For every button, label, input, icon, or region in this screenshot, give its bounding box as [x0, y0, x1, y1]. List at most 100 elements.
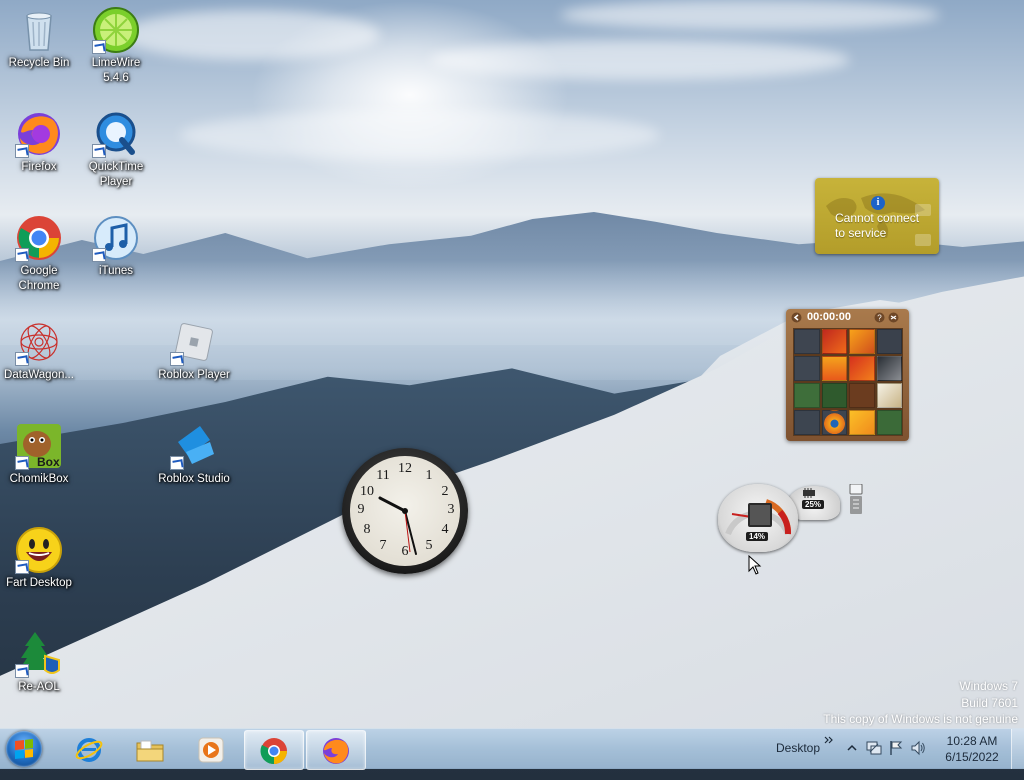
puzzle-timer: 00:00:00: [807, 311, 852, 323]
taskbar-internet-explorer[interactable]: [60, 730, 118, 768]
desktop-icon-google-chrome[interactable]: Google Chrome: [1, 214, 77, 294]
clock-date: 6/15/2022: [945, 750, 999, 764]
show-hidden-icons-icon[interactable]: [844, 740, 860, 756]
genuine-warning-text: This copy of Windows is not genuine: [823, 712, 1018, 726]
clock-face: 12 1 2 3 4 5 6 7 8 9 10 11: [350, 456, 460, 566]
desktop-icon-limewire[interactable]: LimeWire 5.4.6: [78, 6, 154, 86]
back-icon[interactable]: [791, 312, 802, 323]
clock-hands: [378, 496, 417, 555]
puzzle-tile[interactable]: [876, 410, 902, 435]
puzzle-tile[interactable]: [821, 329, 847, 354]
start-button[interactable]: [6, 731, 42, 767]
svg-text:Box: Box: [37, 455, 60, 469]
shortcut-arrow-icon: [15, 664, 29, 678]
icon-label: Recycle Bin: [8, 57, 70, 69]
desktop-icon-roblox-player[interactable]: Roblox Player: [156, 318, 232, 383]
roblox-studio-icon: [170, 422, 218, 470]
icon-label: Google Chrome: [18, 265, 60, 292]
puzzle-tile[interactable]: [876, 383, 902, 408]
shortcut-arrow-icon: [15, 144, 29, 158]
puzzle-tile[interactable]: [794, 383, 820, 408]
memory-percent: 25%: [802, 500, 825, 509]
clock-gadget[interactable]: 12 1 2 3 4 5 6 7 8 9 10 11: [342, 448, 468, 574]
shortcut-arrow-icon: [92, 248, 106, 262]
desktop-icon-chomikbox[interactable]: Box ChomikBox: [1, 422, 77, 487]
desktop-icon-fart-desktop[interactable]: Fart Desktop: [1, 526, 77, 591]
help-icon[interactable]: ?: [874, 312, 885, 323]
firefox-icon: [323, 738, 349, 764]
weather-status-message: Cannot connect to service: [835, 211, 920, 240]
desktop-icon-quicktime[interactable]: QuickTime Player: [78, 110, 154, 190]
action-center-flag-icon[interactable]: [888, 740, 904, 756]
taskbar-firefox[interactable]: [306, 730, 366, 770]
desktop-icon-datawagon[interactable]: DataWagon...: [1, 318, 77, 383]
puzzle-tile[interactable]: [794, 410, 820, 435]
puzzle-tile[interactable]: [849, 329, 875, 354]
desktop-icon-recycle-bin[interactable]: Recycle Bin: [1, 6, 77, 71]
puzzle-tile[interactable]: [794, 329, 820, 354]
desktop-icon-itunes[interactable]: iTunes: [78, 214, 154, 279]
cloud: [430, 40, 850, 80]
taskbar-windows-explorer[interactable]: [121, 730, 179, 768]
show-desktop-button[interactable]: [1011, 729, 1024, 769]
windows-version-text: Windows 7: [959, 679, 1018, 693]
icon-label: Roblox Studio: [158, 473, 230, 485]
taskbar-clock[interactable]: 10:28 AM 6/15/2022: [944, 733, 1000, 765]
icon-label: iTunes: [98, 265, 134, 277]
picture-puzzle-gadget[interactable]: 00:00:00 ?: [786, 309, 909, 441]
puzzle-tile[interactable]: [876, 356, 902, 381]
shortcut-arrow-icon: [15, 456, 29, 470]
cpu-dial: 14%: [718, 484, 798, 552]
icon-label: LimeWire 5.4.6: [91, 57, 141, 84]
recycle-bin-icon: [15, 6, 63, 54]
desktop-icon-roblox-studio[interactable]: Roblox Studio: [156, 422, 232, 487]
weather-gadget[interactable]: i Cannot connect to service: [815, 178, 939, 254]
media-player-icon: [198, 737, 224, 763]
puzzle-tile[interactable]: [849, 383, 875, 408]
gadget-controls-icon[interactable]: [913, 202, 933, 250]
roblox-player-icon: [170, 318, 218, 366]
icon-label: DataWagon...: [4, 369, 74, 381]
puzzle-tile[interactable]: [876, 329, 902, 354]
shuffle-icon[interactable]: [888, 312, 899, 323]
firefox-icon: [15, 110, 63, 158]
network-icon[interactable]: [866, 740, 882, 756]
icon-label: Fart Desktop: [6, 577, 72, 589]
internet-explorer-icon: [75, 738, 103, 762]
puzzle-tile[interactable]: [821, 383, 847, 408]
build-number-text: Build 7601: [961, 696, 1018, 710]
taskbar: Desktop 10:28 AM 6/15/2022: [0, 728, 1024, 770]
puzzle-toolbar: 00:00:00 ?: [786, 309, 909, 325]
desktop-icon-re-aol[interactable]: Re-AOL: [1, 630, 77, 695]
desktop-icon-firefox[interactable]: Firefox: [1, 110, 77, 175]
cpu-meter-gadget[interactable]: 25% 14%: [718, 484, 863, 554]
chomikbox-icon: Box: [15, 422, 63, 470]
shortcut-arrow-icon: [170, 456, 184, 470]
memory-chip-icon: [803, 488, 815, 498]
cloud: [560, 0, 940, 30]
desktop-toolbar-label[interactable]: Desktop: [776, 741, 820, 755]
chrome-icon: [260, 738, 287, 765]
toolbar-expand-icon[interactable]: [824, 735, 834, 745]
volume-icon[interactable]: [910, 740, 926, 756]
puzzle-tile[interactable]: [821, 410, 847, 435]
puzzle-tile[interactable]: [821, 356, 847, 381]
hour-hand: [378, 496, 407, 513]
puzzle-tile[interactable]: [849, 410, 875, 435]
icon-label: ChomikBox: [9, 473, 69, 485]
itunes-icon: [92, 214, 140, 262]
icon-label: Roblox Player: [158, 369, 230, 381]
taskbar-media-player[interactable]: [182, 730, 240, 768]
puzzle-board[interactable]: [793, 328, 903, 436]
minute-hand: [404, 510, 417, 555]
clock-time: 10:28 AM: [946, 734, 998, 748]
cpu-chip-icon: [748, 503, 772, 527]
icon-label: QuickTime Player: [88, 161, 144, 188]
gadget-options-icon[interactable]: [848, 484, 864, 516]
windows-explorer-icon: [136, 740, 164, 762]
puzzle-tile[interactable]: [794, 356, 820, 381]
shortcut-arrow-icon: [92, 40, 106, 54]
taskbar-chrome[interactable]: [244, 730, 304, 770]
cpu-percent: 14%: [746, 532, 769, 541]
puzzle-tile[interactable]: [849, 356, 875, 381]
